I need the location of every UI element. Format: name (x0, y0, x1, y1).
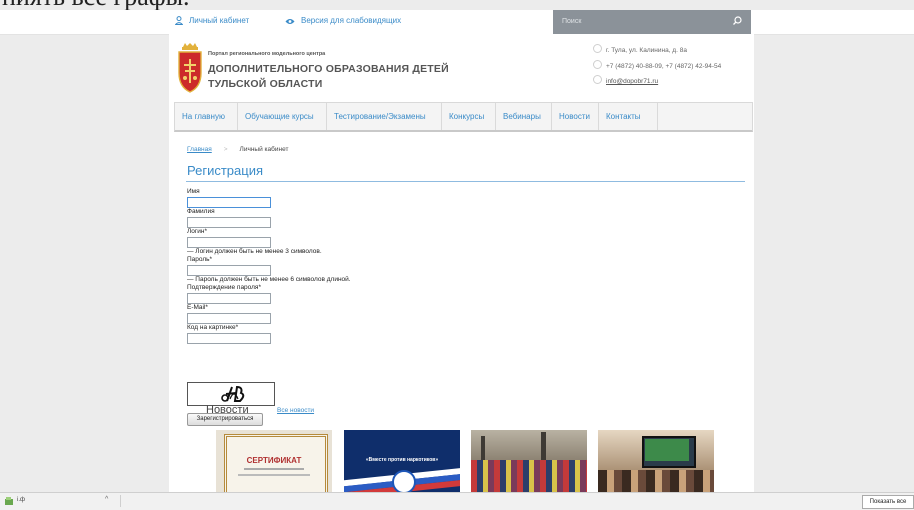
nav-item-home[interactable]: На главную (182, 112, 225, 121)
nav-divider (551, 103, 552, 130)
login-hint: — Логин должен быть не менее 3 символов. (187, 248, 322, 255)
certificate-title: СЕРТИФИКАТ (246, 456, 302, 465)
password-hint: — Пароль должен быть не менее 6 символов… (187, 276, 351, 283)
confirm-password-label: Подтверждение пароля* (187, 284, 261, 291)
nav-divider (657, 103, 658, 130)
show-all-button[interactable]: Показать все (862, 495, 914, 509)
contact-phone: +7 (4872) 40-88-09, +7 (4872) 42-94-54 (593, 60, 721, 70)
low-vision-label: Версия для слабовидящих (301, 16, 402, 25)
coat-of-arms-icon (178, 43, 202, 93)
breadcrumb-home-link[interactable]: Главная (187, 146, 212, 153)
logo-subtitle: Портал регионального модельного центра (208, 51, 326, 57)
search-input[interactable]: Поиск (553, 10, 751, 34)
email-field[interactable] (187, 313, 271, 324)
nav-item-webinars[interactable]: Вебинары (503, 112, 541, 121)
nav-divider (237, 103, 238, 130)
page-container: Портал регионального модельного центра Д… (169, 34, 754, 492)
email-link[interactable]: info@dopobr71.ru (606, 78, 658, 85)
all-news-link[interactable]: Все новости (277, 407, 314, 414)
name-label: Имя (187, 188, 200, 195)
contact-address: г. Тула, ул. Калинина, д. 8а (593, 44, 687, 54)
login-field[interactable] (187, 237, 271, 248)
partial-text: ниять все графы. (2, 0, 190, 10)
address-text: г. Тула, ул. Калинина, д. 8а (606, 47, 687, 54)
low-vision-link[interactable]: Версия для слабовидящих (285, 16, 401, 25)
title-underline (186, 181, 745, 182)
nav-item-contacts[interactable]: Контакты (606, 112, 641, 121)
breadcrumb-current: Личный кабинет (239, 146, 289, 153)
password-field[interactable] (187, 265, 271, 276)
search-icon[interactable] (731, 15, 743, 27)
news-thumb-conference[interactable] (598, 430, 714, 492)
confirm-password-field[interactable] (187, 293, 271, 304)
download-file-name[interactable]: i.ф (17, 497, 25, 503)
surname-field[interactable] (187, 217, 271, 228)
antidrug-title: «Вместе против наркотиков» (365, 457, 439, 463)
file-icon (5, 497, 13, 505)
captcha-label: Код на картинке* (187, 324, 239, 331)
nav-divider (326, 103, 327, 130)
nav-divider (441, 103, 442, 130)
personal-cabinet-label: Личный кабинет (189, 16, 250, 25)
page-title: Регистрация (187, 163, 263, 178)
nav-divider (598, 103, 599, 130)
breadcrumb-separator-icon: > (223, 146, 228, 153)
nav-divider (495, 103, 496, 130)
nav-item-testing[interactable]: Тестирование/Экзамены (334, 112, 426, 121)
captcha-glyphs (221, 385, 245, 402)
location-icon (593, 44, 602, 53)
news-thumb-crowd[interactable] (471, 430, 587, 492)
contact-email: info@dopobr71.ru (593, 75, 658, 85)
personal-cabinet-link[interactable]: Личный кабинет (174, 16, 250, 25)
news-heading: Новости (206, 404, 249, 416)
login-label: Логин* (187, 228, 208, 235)
captcha-image (187, 382, 275, 406)
breadcrumb: Главная > Личный кабинет (187, 146, 288, 153)
name-field[interactable] (187, 197, 271, 208)
captcha-field[interactable] (187, 333, 271, 344)
partial-top-text: ниять все графы. (0, 0, 320, 10)
logo-title-line2: ТУЛЬСКОЙ ОБЛАСТИ (208, 78, 323, 90)
logo-title-line1: ДОПОЛНИТЕЛЬНОГО ОБРАЗОВАНИЯ ДЕТЕЙ (208, 63, 449, 75)
search-placeholder: Поиск (562, 18, 582, 25)
email-label: E-Mail* (187, 304, 208, 311)
mail-icon (593, 75, 602, 84)
phone-text: +7 (4872) 40-88-09, +7 (4872) 42-94-54 (606, 63, 722, 70)
password-label: Пароль* (187, 256, 213, 263)
nav-item-contests[interactable]: Конкурсы (449, 112, 484, 121)
nav-item-news[interactable]: Новости (559, 112, 590, 121)
surname-label: Фамилия (187, 208, 215, 215)
eye-icon (285, 19, 295, 24)
top-bar: Личный кабинет Версия для слабовидящих (0, 10, 914, 35)
user-icon (174, 16, 184, 25)
download-bar: i.ф ^ Показать все (0, 492, 914, 510)
download-bar-divider (120, 495, 121, 507)
news-thumb-certificate[interactable]: СЕРТИФИКАТ (216, 430, 332, 492)
news-thumb-antidrug[interactable]: «Вместе против наркотиков» (344, 430, 460, 492)
nav-item-courses[interactable]: Обучающие курсы (245, 112, 314, 121)
chevron-up-icon[interactable]: ^ (105, 496, 108, 503)
main-nav: На главную Обучающие курсы Тестирование/… (174, 102, 753, 132)
phone-icon (593, 60, 602, 69)
